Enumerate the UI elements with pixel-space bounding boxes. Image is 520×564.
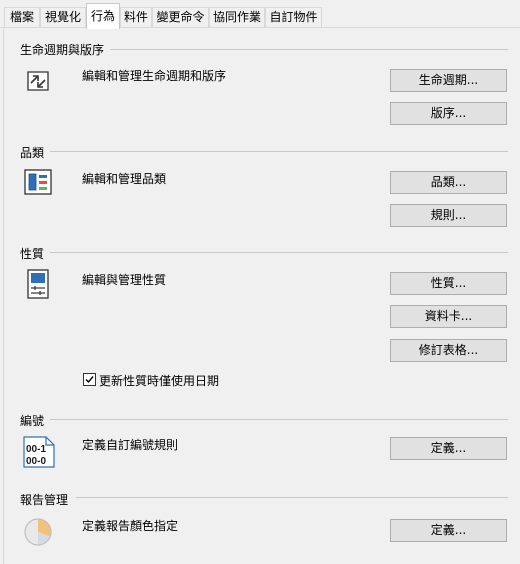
numbering-icon: 00-1 00-0 bbox=[22, 433, 55, 469]
group-title-category: 品類 bbox=[20, 146, 45, 160]
tab-collaboration[interactable]: 協同作業 bbox=[209, 7, 265, 27]
numbering-description: 定義自訂編號規則 bbox=[82, 438, 179, 452]
tab-file[interactable]: 檔案 bbox=[4, 7, 40, 27]
tab-bar: 檔案 視覺化 行為 料件 變更命令 協同作業 自訂物件 bbox=[0, 0, 520, 29]
category-button[interactable]: 品類... bbox=[390, 171, 507, 194]
revision-sequence-button[interactable]: 版序... bbox=[390, 102, 507, 125]
report-description: 定義報告顏色指定 bbox=[82, 519, 179, 533]
define-numbering-button[interactable]: 定義... bbox=[390, 437, 507, 460]
define-report-button[interactable]: 定義... bbox=[390, 519, 507, 542]
property-icon bbox=[22, 268, 54, 300]
tab-parts[interactable]: 料件 bbox=[120, 7, 152, 27]
property-description: 編輯與管理性質 bbox=[82, 273, 167, 287]
date-only-checkbox-label[interactable]: 更新性質時僅使用日期 bbox=[99, 372, 219, 389]
category-icon bbox=[22, 166, 54, 198]
lifecycle-icon bbox=[22, 64, 54, 96]
group-divider bbox=[50, 419, 508, 420]
rules-button[interactable]: 規則... bbox=[390, 204, 507, 227]
revision-table-button[interactable]: 修訂表格... bbox=[390, 339, 507, 362]
tab-custom-objects[interactable]: 自訂物件 bbox=[265, 7, 322, 27]
numbering-icon-text-bottom: 00-0 bbox=[26, 456, 46, 467]
lifecycle-description: 編輯和管理生命週期和版序 bbox=[82, 69, 227, 83]
group-title-report: 報告管理 bbox=[20, 493, 69, 507]
group-divider bbox=[110, 49, 508, 50]
property-button[interactable]: 性質... bbox=[390, 272, 507, 295]
tab-behavior[interactable]: 行為 bbox=[86, 3, 120, 29]
group-title-lifecycle: 生命週期與版序 bbox=[20, 43, 105, 57]
tab-visualization[interactable]: 視覺化 bbox=[40, 7, 86, 27]
date-only-checkbox[interactable] bbox=[83, 373, 96, 386]
group-divider bbox=[50, 252, 508, 253]
group-title-property: 性質 bbox=[20, 247, 45, 261]
group-title-numbering: 編號 bbox=[20, 414, 45, 428]
checkmark-icon bbox=[85, 376, 94, 384]
pie-chart-icon bbox=[22, 516, 54, 548]
group-divider bbox=[50, 151, 508, 152]
tab-change-order[interactable]: 變更命令 bbox=[152, 7, 209, 27]
lifecycle-button[interactable]: 生命週期... bbox=[390, 69, 507, 92]
category-description: 編輯和管理品類 bbox=[82, 172, 167, 186]
group-divider bbox=[76, 497, 508, 498]
numbering-icon-text-top: 00-1 bbox=[26, 444, 46, 455]
data-card-button[interactable]: 資料卡... bbox=[390, 305, 507, 328]
